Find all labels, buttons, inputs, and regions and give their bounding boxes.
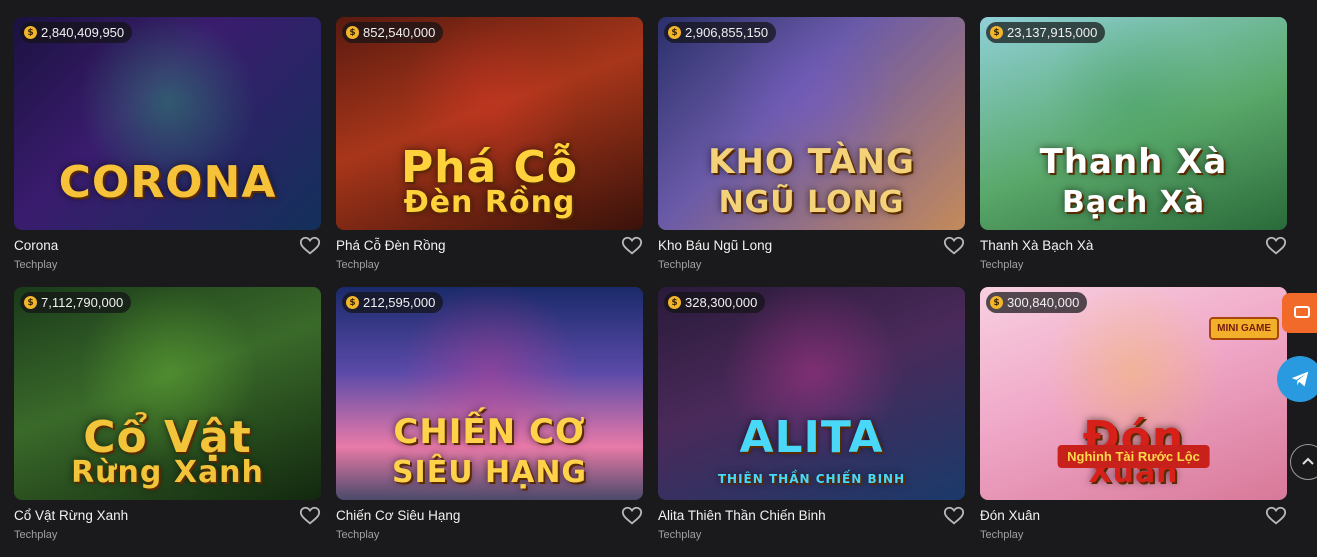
game-card[interactable]: $ 300,840,000 Đón Xuân MINI GAME Nghinh T…: [980, 287, 1287, 557]
game-card[interactable]: $ 2,906,855,150 KHO TÀNG NGŨ LONG Kho Bá…: [658, 17, 965, 287]
game-provider: Techplay: [980, 259, 1024, 271]
game-provider: Techplay: [336, 259, 380, 271]
jackpot-value: 2,906,855,150: [685, 25, 769, 40]
game-provider: Techplay: [14, 259, 58, 271]
jackpot-badge: $ 212,595,000: [342, 292, 444, 313]
coin-icon: $: [668, 296, 681, 309]
game-meta: Chiến Cơ Siêu Hạng Techplay: [336, 500, 643, 557]
game-logo-line1: ALITA: [739, 412, 884, 463]
chevron-up-icon: [1302, 457, 1314, 465]
favorite-heart-icon[interactable]: [943, 235, 965, 257]
favorite-heart-icon[interactable]: [621, 505, 643, 527]
favorite-heart-icon[interactable]: [1265, 235, 1287, 257]
game-thumbnail[interactable]: $ 2,840,409,950 CORONA: [14, 17, 321, 230]
game-provider: Techplay: [14, 529, 58, 541]
favorite-heart-icon[interactable]: [1265, 505, 1287, 527]
game-meta: Đón Xuân Techplay: [980, 500, 1287, 557]
jackpot-badge: $ 23,137,915,000: [986, 22, 1106, 43]
game-thumbnail[interactable]: $ 2,906,855,150 KHO TÀNG NGŨ LONG: [658, 17, 965, 230]
telegram-icon: [1291, 371, 1309, 387]
game-meta: Cổ Vật Rừng Xanh Techplay: [14, 500, 321, 557]
coin-icon: $: [24, 26, 37, 39]
coin-icon: $: [668, 26, 681, 39]
game-thumbnail[interactable]: $ 300,840,000 Đón Xuân MINI GAME Nghinh T…: [980, 287, 1287, 500]
game-thumbnail[interactable]: $ 23,137,915,000 Thanh Xà Bạch Xà: [980, 17, 1287, 230]
don-xuan-tagline: Nghinh Tài Rước Lộc: [1057, 445, 1210, 468]
scroll-top-button[interactable]: [1290, 444, 1317, 480]
game-name[interactable]: Phá Cỗ Đèn Rồng: [336, 238, 446, 253]
jackpot-value: 852,540,000: [363, 25, 436, 40]
coin-icon: $: [346, 26, 359, 39]
game-logo-line2: Đèn Rồng: [403, 185, 576, 220]
game-logo-line1: Thanh Xà: [1039, 142, 1228, 182]
favorite-heart-icon[interactable]: [299, 235, 321, 257]
game-name[interactable]: Chiến Cơ Siêu Hạng: [336, 508, 460, 523]
coin-icon: $: [990, 26, 1003, 39]
game-thumbnail[interactable]: $ 852,540,000 Phá Cỗ Đèn Rồng: [336, 17, 643, 230]
game-thumbnail[interactable]: $ 7,112,790,000 Cổ Vật Rừng Xanh: [14, 287, 321, 500]
jackpot-value: 300,840,000: [1007, 295, 1080, 310]
favorite-heart-icon[interactable]: [943, 505, 965, 527]
jackpot-value: 7,112,790,000: [41, 295, 124, 310]
jackpot-badge: $ 328,300,000: [664, 292, 766, 313]
jackpot-badge: $ 7,112,790,000: [20, 292, 132, 313]
game-provider: Techplay: [658, 529, 702, 541]
game-name[interactable]: Đón Xuân: [980, 508, 1040, 523]
jackpot-badge: $ 852,540,000: [342, 22, 444, 43]
game-thumbnail[interactable]: $ 212,595,000 CHIẾN CƠ SIÊU HẠNG: [336, 287, 643, 500]
game-logo-line2: NGŨ LONG: [718, 185, 905, 220]
game-card[interactable]: $ 7,112,790,000 Cổ Vật Rừng Xanh Cổ Vật …: [14, 287, 321, 557]
jackpot-value: 23,137,915,000: [1007, 25, 1098, 40]
game-name[interactable]: Thanh Xà Bạch Xà: [980, 238, 1093, 253]
game-logo-line2: THIÊN THẦN CHIẾN BINH: [717, 472, 906, 486]
coin-icon: $: [346, 296, 359, 309]
game-meta: Thanh Xà Bạch Xà Techplay: [980, 230, 1287, 287]
jackpot-badge: $ 2,906,855,150: [664, 22, 777, 43]
game-provider: Techplay: [658, 259, 702, 271]
game-name[interactable]: Cổ Vật Rừng Xanh: [14, 508, 128, 523]
game-logo-line1: CORONA: [58, 157, 277, 208]
game-card[interactable]: $ 23,137,915,000 Thanh Xà Bạch Xà Thanh …: [980, 17, 1287, 287]
game-card[interactable]: $ 852,540,000 Phá Cỗ Đèn Rồng Phá Cỗ Đèn…: [336, 17, 643, 287]
favorite-heart-icon[interactable]: [299, 505, 321, 527]
game-logo-line1: CHIẾN CƠ: [393, 412, 586, 452]
telegram-button[interactable]: [1277, 356, 1317, 402]
coin-icon: $: [24, 296, 37, 309]
game-logo-line2: SIÊU HẠNG: [391, 455, 588, 490]
game-meta: Kho Báu Ngũ Long Techplay: [658, 230, 965, 287]
coin-icon: $: [990, 296, 1003, 309]
game-name[interactable]: Corona: [14, 238, 58, 253]
jackpot-value: 212,595,000: [363, 295, 436, 310]
game-grid: $ 2,840,409,950 CORONA Corona Techplay $…: [14, 17, 1287, 557]
game-logo-line2: Bạch Xà: [1061, 185, 1206, 220]
chat-float-button[interactable]: [1282, 293, 1317, 333]
game-card[interactable]: $ 328,300,000 ALITA THIÊN THẦN CHIẾN BIN…: [658, 287, 965, 557]
game-name[interactable]: Alita Thiên Thần Chiến Binh: [658, 508, 826, 523]
favorite-heart-icon[interactable]: [621, 235, 643, 257]
game-meta: Alita Thiên Thần Chiến Binh Techplay: [658, 500, 965, 557]
game-logo-line1: KHO TÀNG: [708, 142, 915, 182]
game-card[interactable]: $ 212,595,000 CHIẾN CƠ SIÊU HẠNG Chiến C…: [336, 287, 643, 557]
game-provider: Techplay: [980, 529, 1024, 541]
game-meta: Corona Techplay: [14, 230, 321, 287]
game-card[interactable]: $ 2,840,409,950 CORONA Corona Techplay: [14, 17, 321, 287]
game-logo-line2: Rừng Xanh: [71, 455, 264, 490]
jackpot-badge: $ 300,840,000: [986, 292, 1088, 313]
game-provider: Techplay: [336, 529, 380, 541]
game-thumbnail[interactable]: $ 328,300,000 ALITA THIÊN THẦN CHIẾN BIN…: [658, 287, 965, 500]
jackpot-value: 328,300,000: [685, 295, 758, 310]
jackpot-value: 2,840,409,950: [41, 25, 125, 40]
jackpot-badge: $ 2,840,409,950: [20, 22, 133, 43]
mini-game-badge[interactable]: MINI GAME: [1209, 317, 1279, 340]
chat-icon: [1294, 306, 1310, 318]
game-name[interactable]: Kho Báu Ngũ Long: [658, 238, 772, 253]
game-meta: Phá Cỗ Đèn Rồng Techplay: [336, 230, 643, 287]
